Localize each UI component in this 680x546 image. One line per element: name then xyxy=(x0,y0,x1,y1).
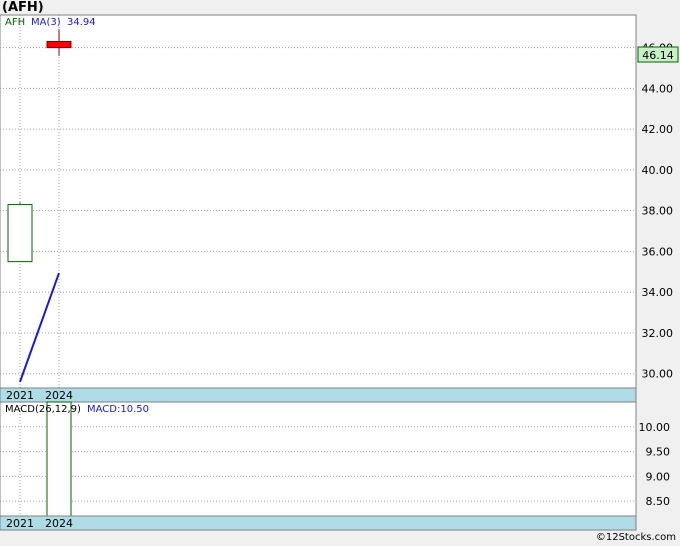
price-y-ticks: 30.00 32.00 34.00 36.00 38.00 40.00 42.00 44.00… xyxy=(642,42,674,381)
macd-panel: 8.50 9.00 9.50 10.00 2021 2024 MACD(26,12,9)… xyxy=(0,401,671,531)
price-panel: 30.00 32.00 34.00 36.00 38.00 40.00 42.00 44.00… xyxy=(0,14,679,403)
price-plot-area xyxy=(0,14,637,389)
candle-body xyxy=(46,40,72,49)
price-y-tick-label: 40.00 xyxy=(642,164,674,177)
macd-bars xyxy=(46,401,72,517)
macd-legend-value: MACD:10.50 xyxy=(87,404,149,415)
macd-y-tick-label: 8.50 xyxy=(646,495,671,508)
copyright: ©12Stocks.com xyxy=(595,532,676,543)
chart-svg: 30.00 32.00 34.00 36.00 38.00 40.00 42.00 44.00… xyxy=(0,14,679,531)
legend-symbol: AFH xyxy=(5,17,25,28)
price-y-tick-label: 44.00 xyxy=(642,82,674,95)
last-price-label: 46.14 xyxy=(642,49,674,62)
price-x-label: 2021 xyxy=(6,389,34,402)
candle-body xyxy=(7,204,33,263)
macd-y-tick-label: 9.00 xyxy=(646,470,671,483)
price-y-tick-label: 38.00 xyxy=(642,205,674,218)
macd-plot-area xyxy=(0,401,637,517)
price-y-tick-label: 36.00 xyxy=(642,245,674,258)
price-y-tick-label: 34.00 xyxy=(642,286,674,299)
price-x-axis-band xyxy=(0,387,637,403)
legend-ma-value: 34.94 xyxy=(67,17,96,28)
macd-y-tick-label: 9.50 xyxy=(646,446,671,459)
macd-y-tick-label: 10.00 xyxy=(639,421,671,434)
price-x-label: 2024 xyxy=(45,389,73,402)
legend-ma-label: MA(3) xyxy=(31,17,61,28)
macd-legend-label: MACD(26,12,9) xyxy=(5,404,81,415)
macd-y-ticks: 8.50 9.00 9.50 10.00 xyxy=(639,421,671,508)
price-y-tick-label: 42.00 xyxy=(642,123,674,136)
macd-x-label: 2024 xyxy=(45,517,73,530)
price-y-tick-label: 32.00 xyxy=(642,327,674,340)
macd-bar xyxy=(46,401,72,517)
price-y-tick-label: 30.00 xyxy=(642,368,674,381)
macd-x-axis-band xyxy=(0,515,637,531)
macd-x-label: 2021 xyxy=(6,517,34,530)
